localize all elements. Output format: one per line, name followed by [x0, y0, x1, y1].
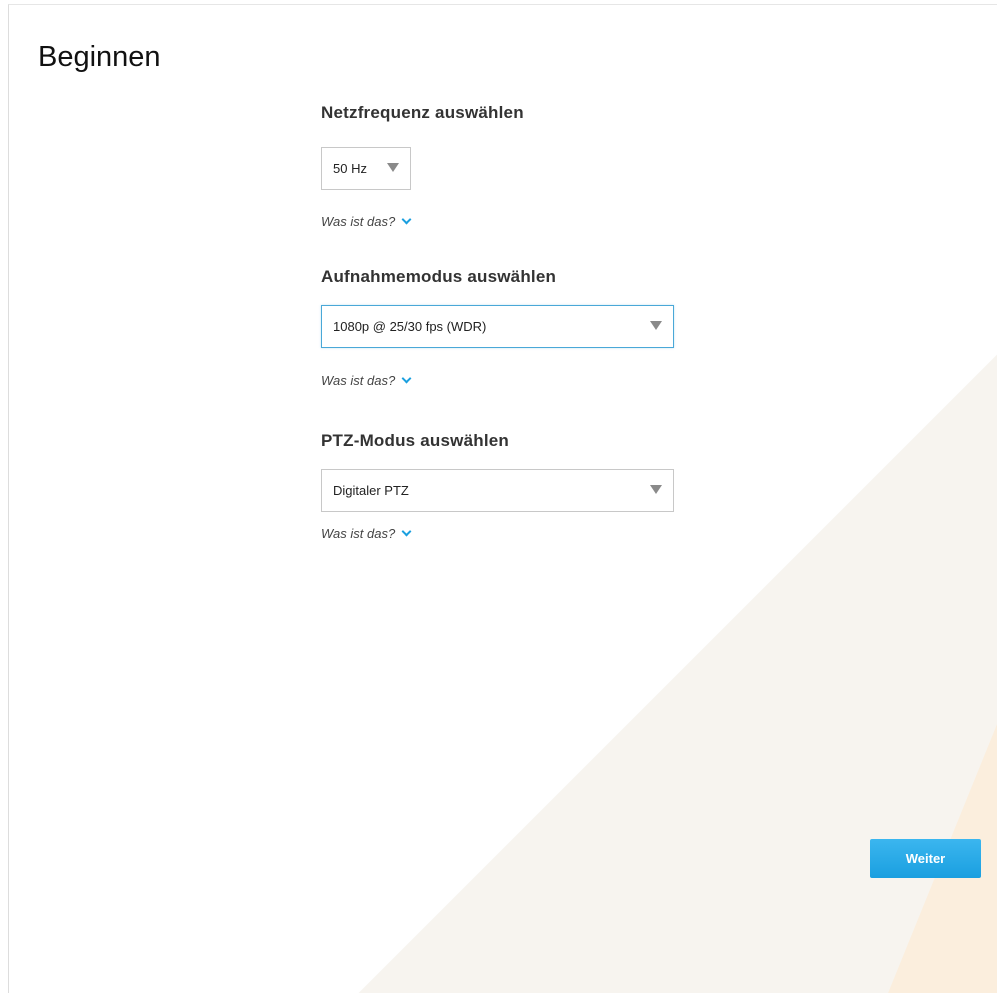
recording-mode-select[interactable]: 1080p @ 25/30 fps (WDR) — [321, 305, 674, 348]
triangle-down-icon — [387, 163, 399, 172]
chevron-down-icon — [401, 373, 412, 384]
recording-mode-help-label: Was ist das? — [321, 373, 396, 388]
recording-mode-title: Aufnahmemodus auswählen — [321, 267, 557, 286]
ptz-mode-select-value: Digitaler PTZ — [333, 483, 409, 498]
ptz-mode-help-label: Was ist das? — [321, 526, 396, 541]
ptz-mode-section: PTZ-Modus auswählen Digitaler PTZ Was is… — [321, 431, 674, 543]
main-panel: Beginnen Netzfrequenz auswählen 50 Hz Wa… — [8, 4, 997, 993]
frequency-select[interactable]: 50 Hz — [321, 147, 411, 190]
frequency-help-link[interactable]: Was ist das? — [321, 214, 412, 229]
triangle-down-icon — [650, 321, 662, 330]
recording-mode-help-link[interactable]: Was ist das? — [321, 373, 412, 388]
chevron-down-icon — [401, 526, 412, 537]
next-button[interactable]: Weiter — [870, 839, 981, 878]
ptz-mode-help-link[interactable]: Was ist das? — [321, 526, 412, 541]
ptz-mode-title: PTZ-Modus auswählen — [321, 431, 509, 450]
frequency-help-label: Was ist das? — [321, 214, 396, 229]
frequency-select-value: 50 Hz — [333, 161, 367, 176]
chevron-down-icon — [401, 214, 412, 225]
recording-mode-select-value: 1080p @ 25/30 fps (WDR) — [333, 319, 487, 334]
frequency-section: Netzfrequenz auswählen 50 Hz Was ist das… — [321, 103, 524, 231]
recording-mode-section: Aufnahmemodus auswählen 1080p @ 25/30 fp… — [321, 267, 674, 390]
page-title: Beginnen — [38, 41, 161, 73]
frequency-title: Netzfrequenz auswählen — [321, 103, 524, 122]
triangle-down-icon — [650, 485, 662, 494]
ptz-mode-select[interactable]: Digitaler PTZ — [321, 469, 674, 512]
